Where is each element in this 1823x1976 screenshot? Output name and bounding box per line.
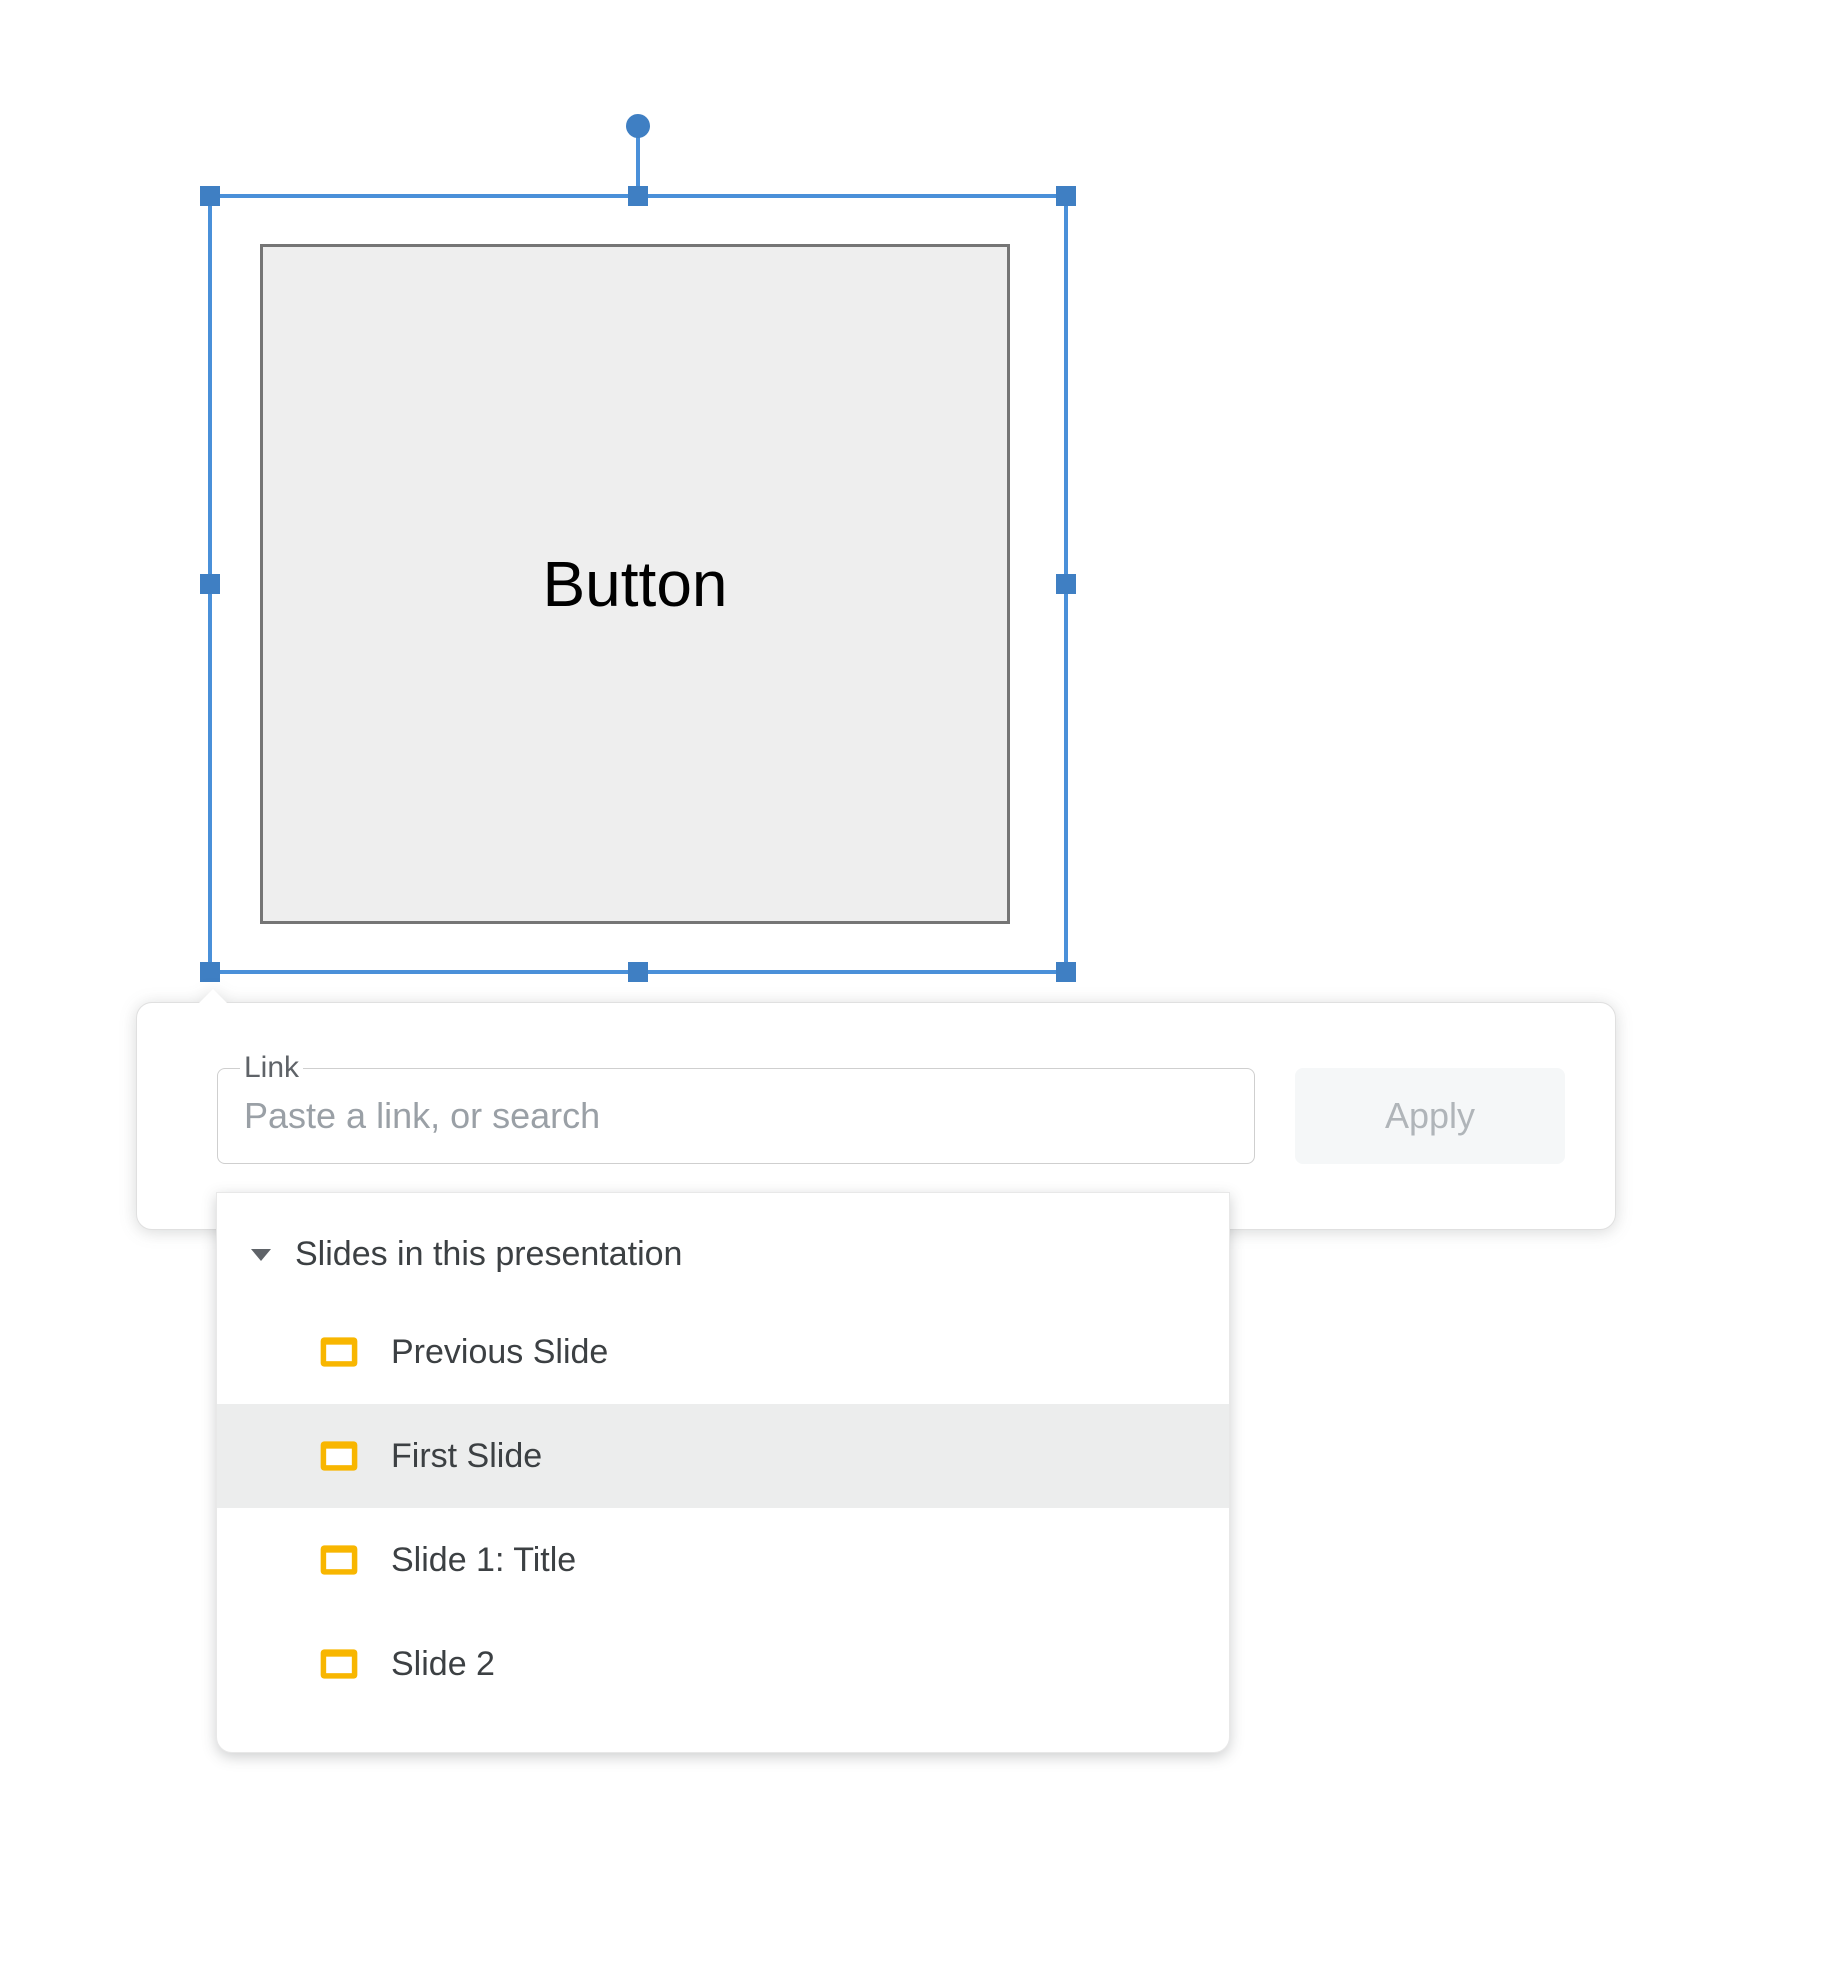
dropdown-item-label: Slide 1: Title bbox=[391, 1541, 576, 1580]
resize-handle-br[interactable] bbox=[1056, 962, 1076, 982]
rotation-handle[interactable] bbox=[626, 114, 650, 138]
dropdown-item[interactable]: Previous Slide bbox=[217, 1300, 1229, 1404]
dropdown-item-label: First Slide bbox=[391, 1437, 542, 1476]
dropdown-item[interactable]: Slide 1: Title bbox=[217, 1508, 1229, 1612]
dropdown-header-label: Slides in this presentation bbox=[295, 1235, 682, 1274]
apply-button[interactable]: Apply bbox=[1295, 1068, 1565, 1164]
chevron-down-icon bbox=[251, 1249, 271, 1261]
resize-handle-tm[interactable] bbox=[628, 186, 648, 206]
link-field-label: Link bbox=[240, 1051, 303, 1085]
resize-handle-ml[interactable] bbox=[200, 574, 220, 594]
dropdown-item[interactable]: Slide 2 bbox=[217, 1612, 1229, 1716]
slide-icon bbox=[317, 1538, 361, 1582]
slides-dropdown: Slides in this presentation Previous Sli… bbox=[216, 1192, 1230, 1753]
resize-handle-bl[interactable] bbox=[200, 962, 220, 982]
dropdown-header[interactable]: Slides in this presentation bbox=[217, 1223, 1229, 1300]
resize-handle-tr[interactable] bbox=[1056, 186, 1076, 206]
dropdown-item-label: Previous Slide bbox=[391, 1333, 608, 1372]
slide-icon bbox=[317, 1330, 361, 1374]
resize-handle-mr[interactable] bbox=[1056, 574, 1076, 594]
link-input[interactable] bbox=[242, 1094, 1230, 1138]
slide-icon bbox=[317, 1642, 361, 1686]
resize-handle-tl[interactable] bbox=[200, 186, 220, 206]
dropdown-item[interactable]: First Slide bbox=[217, 1404, 1229, 1508]
dropdown-item-label: Slide 2 bbox=[391, 1645, 495, 1684]
popover-caret-icon bbox=[197, 989, 229, 1005]
slide-icon bbox=[317, 1434, 361, 1478]
link-field[interactable]: Link bbox=[217, 1068, 1255, 1164]
selection-box bbox=[208, 194, 1068, 974]
resize-handle-bm[interactable] bbox=[628, 962, 648, 982]
